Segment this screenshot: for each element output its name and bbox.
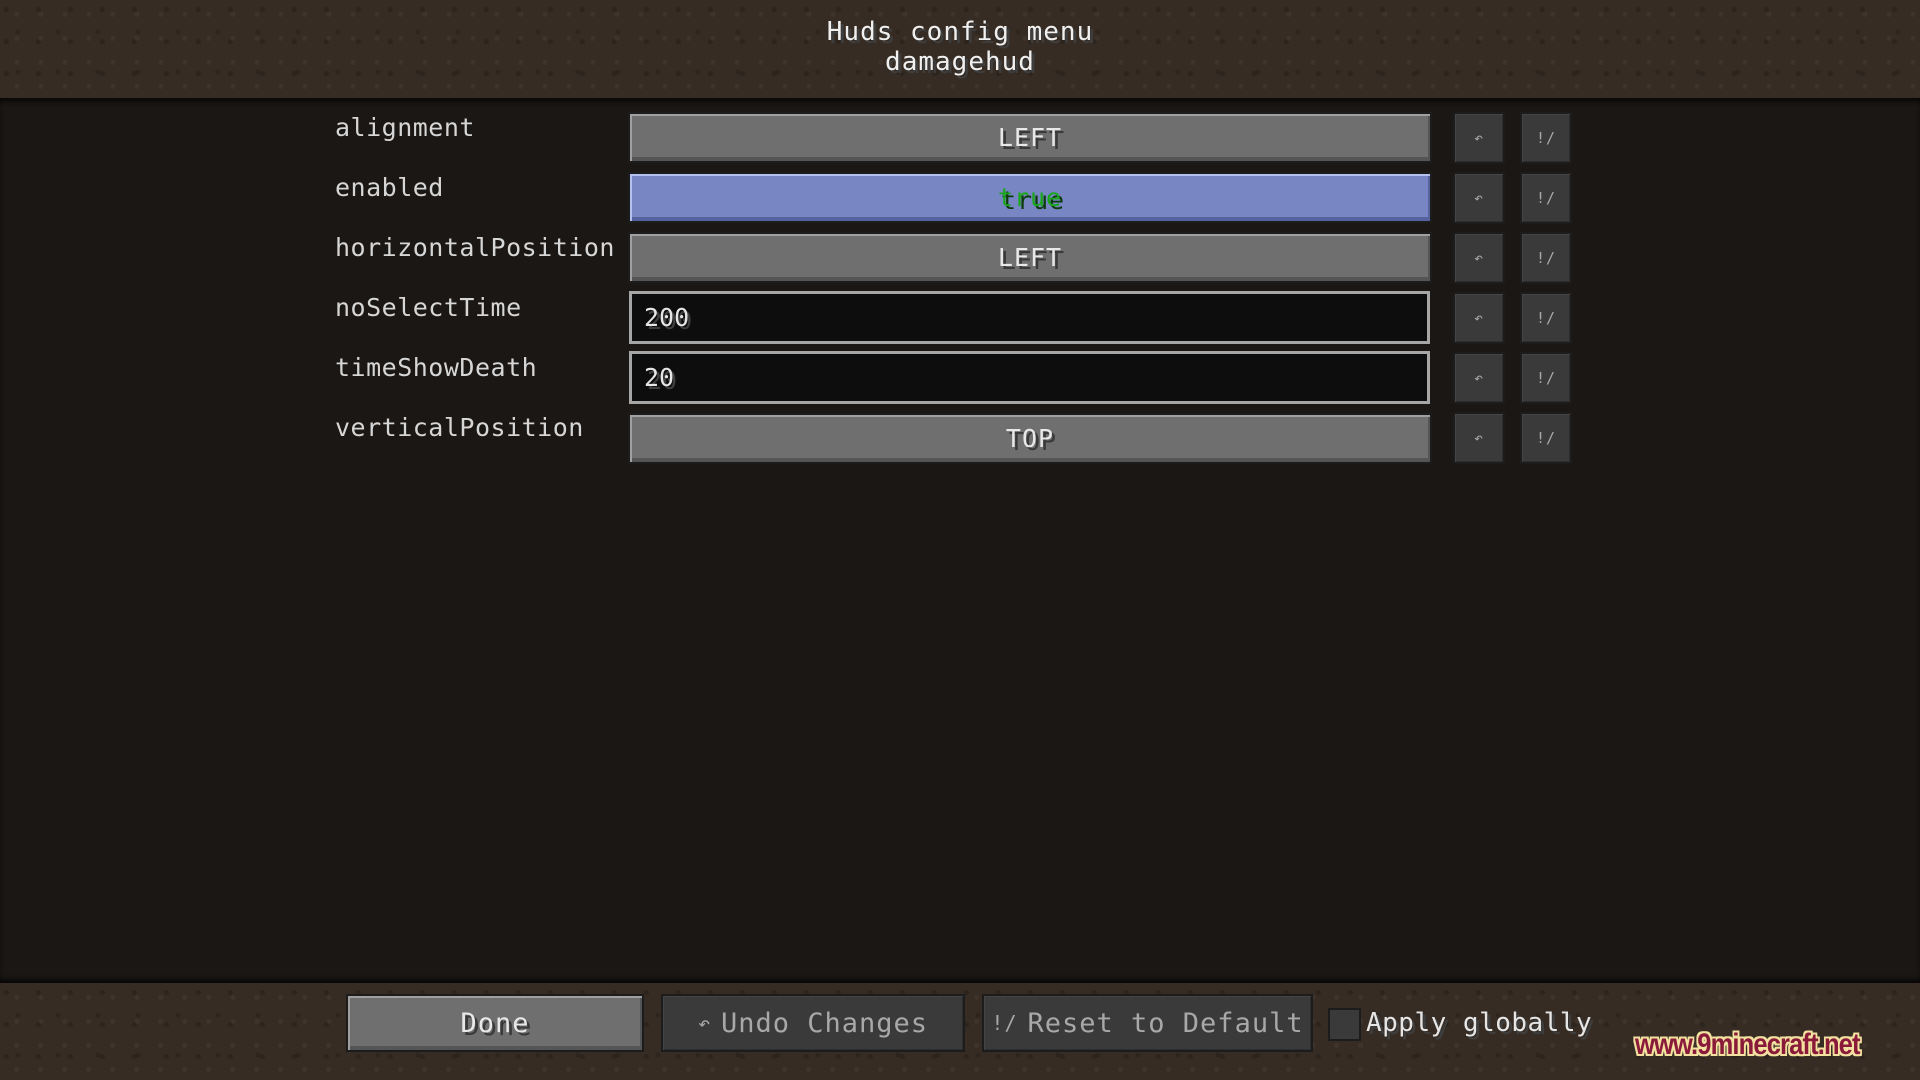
reset-icon: !/ <box>991 1011 1018 1035</box>
vertical-position-value-button[interactable]: TOP <box>628 413 1432 464</box>
reset-icon: !/ <box>1535 129 1557 147</box>
reset-icon: !/ <box>1535 189 1557 207</box>
reset-to-default-label: Reset to Default <box>1027 1007 1304 1039</box>
enabled-reset-button[interactable]: !/ <box>1520 172 1572 224</box>
apply-globally-checkbox[interactable] <box>1328 1008 1361 1041</box>
vertical-position-reset-button[interactable]: !/ <box>1520 412 1572 464</box>
undo-icon: ↶ <box>1473 189 1485 207</box>
enabled-toggle-button[interactable]: true <box>628 172 1432 223</box>
alignment-undo-button[interactable]: ↶ <box>1453 112 1505 164</box>
no-select-time-input[interactable]: 200 <box>629 291 1430 344</box>
entry-label-time-show-death: timeShowDeath <box>335 353 538 382</box>
entry-label-vertical-position: verticalPosition <box>335 413 584 442</box>
entry-label-no-select-time: noSelectTime <box>335 293 522 322</box>
apply-globally-label[interactable]: Apply globally <box>1366 1008 1592 1038</box>
done-button[interactable]: Done <box>346 994 644 1052</box>
undo-icon: ↶ <box>1473 369 1485 387</box>
undo-icon: ↶ <box>1473 429 1485 447</box>
undo-changes-label: Undo Changes <box>720 1007 929 1039</box>
reset-to-default-button[interactable]: !/ Reset to Default <box>982 994 1313 1052</box>
undo-icon: ↶ <box>697 1011 711 1035</box>
entry-label-enabled: enabled <box>335 173 444 202</box>
enabled-undo-button[interactable]: ↶ <box>1453 172 1505 224</box>
time-show-death-input[interactable]: 20 <box>629 351 1430 404</box>
reset-icon: !/ <box>1535 429 1557 447</box>
horizontal-position-reset-button[interactable]: !/ <box>1520 232 1572 284</box>
alignment-reset-button[interactable]: !/ <box>1520 112 1572 164</box>
horizontal-position-value-button[interactable]: LEFT <box>628 232 1432 283</box>
no-select-time-reset-button[interactable]: !/ <box>1520 292 1572 344</box>
time-show-death-reset-button[interactable]: !/ <box>1520 352 1572 404</box>
reset-icon: !/ <box>1535 249 1557 267</box>
undo-icon: ↶ <box>1473 309 1485 327</box>
header-bar: Huds config menu damagehud <box>0 0 1920 98</box>
watermark: www.9minecraft.net <box>1635 1028 1861 1061</box>
horizontal-position-undo-button[interactable]: ↶ <box>1453 232 1505 284</box>
screen-title: Huds config menu <box>826 17 1094 47</box>
time-show-death-undo-button[interactable]: ↶ <box>1453 352 1505 404</box>
reset-icon: !/ <box>1535 369 1557 387</box>
no-select-time-undo-button[interactable]: ↶ <box>1453 292 1505 344</box>
entry-label-alignment: alignment <box>335 113 475 142</box>
undo-icon: ↶ <box>1473 249 1485 267</box>
alignment-value-button[interactable]: LEFT <box>628 112 1432 163</box>
vertical-position-undo-button[interactable]: ↶ <box>1453 412 1505 464</box>
entry-label-horizontal-position: horizontalPosition <box>335 233 615 262</box>
config-entry-list[interactable]: alignment LEFT ↶ !/ enabled true ↶ !/ ho… <box>0 98 1920 983</box>
undo-changes-button[interactable]: ↶ Undo Changes <box>661 994 965 1052</box>
footer-bar: Done ↶ Undo Changes !/ Reset to Default <box>0 983 1920 1080</box>
screen-subtitle: damagehud <box>885 47 1035 77</box>
reset-icon: !/ <box>1535 309 1557 327</box>
undo-icon: ↶ <box>1473 129 1485 147</box>
